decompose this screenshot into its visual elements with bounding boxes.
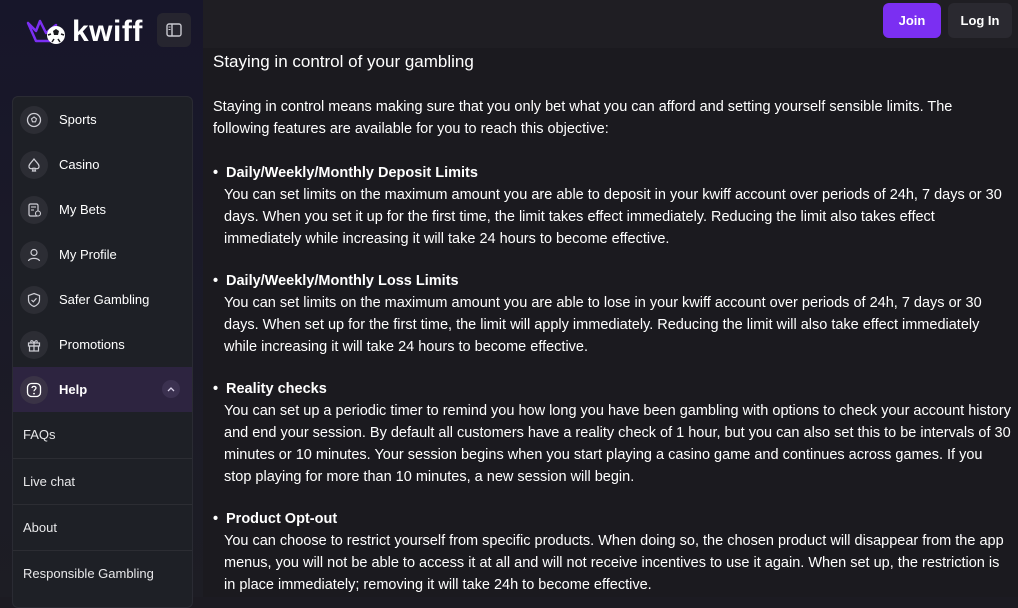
reality-checks-section: • Reality checks You can set up a period… — [213, 378, 1013, 488]
sidebar-collapse-button[interactable] — [157, 13, 191, 47]
sidebar-subitem-about[interactable]: About — [13, 504, 192, 550]
bet-slip-icon — [20, 195, 48, 224]
sidebar-item-label: Promotions — [59, 337, 125, 352]
login-button[interactable]: Log In — [948, 3, 1012, 38]
sidebar-subitem-label: Live chat — [23, 474, 76, 489]
sidebar: kwiff Sports Casino My Bets My Profile S… — [0, 0, 203, 608]
gift-icon — [20, 330, 48, 359]
sidebar-item-promotions[interactable]: Promotions — [13, 322, 192, 367]
sidebar-item-help[interactable]: Help — [13, 367, 192, 412]
sidebar-subitem-label: About — [23, 520, 57, 535]
section-body: You can set limits on the maximum amount… — [224, 187, 1002, 247]
sidebar-toggle-icon — [166, 23, 182, 37]
sidebar-subitem-faqs[interactable]: FAQs — [13, 412, 192, 457]
sidebar-item-safer-gambling[interactable]: Safer Gambling — [13, 277, 192, 322]
top-bar: Join Log In — [203, 0, 1018, 48]
sidebar-item-label: Casino — [59, 157, 100, 172]
section-heading-row: • Product Opt-out — [213, 508, 1013, 530]
section-heading-row: • Daily/Weekly/Monthly Deposit Limits — [213, 162, 1013, 184]
bullet: • — [213, 381, 219, 397]
crown-ball-logo-icon — [26, 19, 65, 44]
bullet: • — [213, 273, 219, 289]
sidebar-subitem-label: Responsible Gambling — [23, 566, 154, 581]
main-content: Staying in control of your gambling Stay… — [203, 48, 1018, 597]
sidebar-item-label: Help — [59, 382, 88, 397]
section-heading-row: • Daily/Weekly/Monthly Loss Limits — [213, 270, 1013, 292]
user-icon — [20, 240, 48, 269]
soccer-ball-icon — [20, 105, 48, 134]
product-opt-out-section: • Product Opt-out You can choose to rest… — [213, 508, 1013, 596]
sidebar-subitem-live-chat[interactable]: Live chat — [13, 458, 192, 504]
sidebar-item-label: Sports — [59, 112, 97, 127]
bullet: • — [213, 165, 219, 181]
sidebar-item-casino[interactable]: Casino — [13, 142, 192, 187]
intro-paragraph: Staying in control means making sure tha… — [213, 99, 953, 137]
section-heading-row: • Reality checks — [213, 378, 1013, 400]
sidebar-item-label: My Bets — [59, 202, 106, 217]
sidebar-subitem-responsible-gambling[interactable]: Responsible Gambling — [13, 550, 192, 596]
chevron-up-icon[interactable] — [162, 380, 180, 398]
section-body: You can set limits on the maximum amount… — [224, 295, 982, 355]
sidebar-item-my-bets[interactable]: My Bets — [13, 187, 192, 232]
help-icon — [20, 375, 48, 404]
section-heading: Product Opt-out — [226, 511, 338, 527]
page-title: Staying in control of your gambling — [213, 52, 474, 71]
deposit-limits-section: • Daily/Weekly/Monthly Deposit Limits Yo… — [213, 162, 1013, 250]
section-body: You can set up a periodic timer to remin… — [224, 403, 1011, 485]
spade-icon — [20, 150, 48, 179]
shield-icon — [20, 285, 48, 314]
sidebar-item-label: My Profile — [59, 247, 117, 262]
sidebar-nav: Sports Casino My Bets My Profile Safer G… — [12, 96, 193, 608]
sidebar-item-sports[interactable]: Sports — [13, 97, 192, 142]
join-button[interactable]: Join — [883, 3, 941, 38]
loss-limits-section: • Daily/Weekly/Monthly Loss Limits You c… — [213, 270, 1013, 358]
brand-name: kwiff — [72, 15, 143, 48]
sidebar-item-my-profile[interactable]: My Profile — [13, 232, 192, 277]
section-heading: Reality checks — [226, 381, 327, 397]
section-heading: Daily/Weekly/Monthly Loss Limits — [226, 273, 459, 289]
kwiff-logo[interactable]: kwiff — [26, 16, 143, 48]
sidebar-subitem-label: FAQs — [23, 427, 56, 442]
sidebar-item-label: Safer Gambling — [59, 292, 150, 307]
section-heading: Daily/Weekly/Monthly Deposit Limits — [226, 165, 478, 181]
bullet: • — [213, 511, 219, 527]
section-body: You can choose to restrict yourself from… — [224, 533, 1004, 593]
